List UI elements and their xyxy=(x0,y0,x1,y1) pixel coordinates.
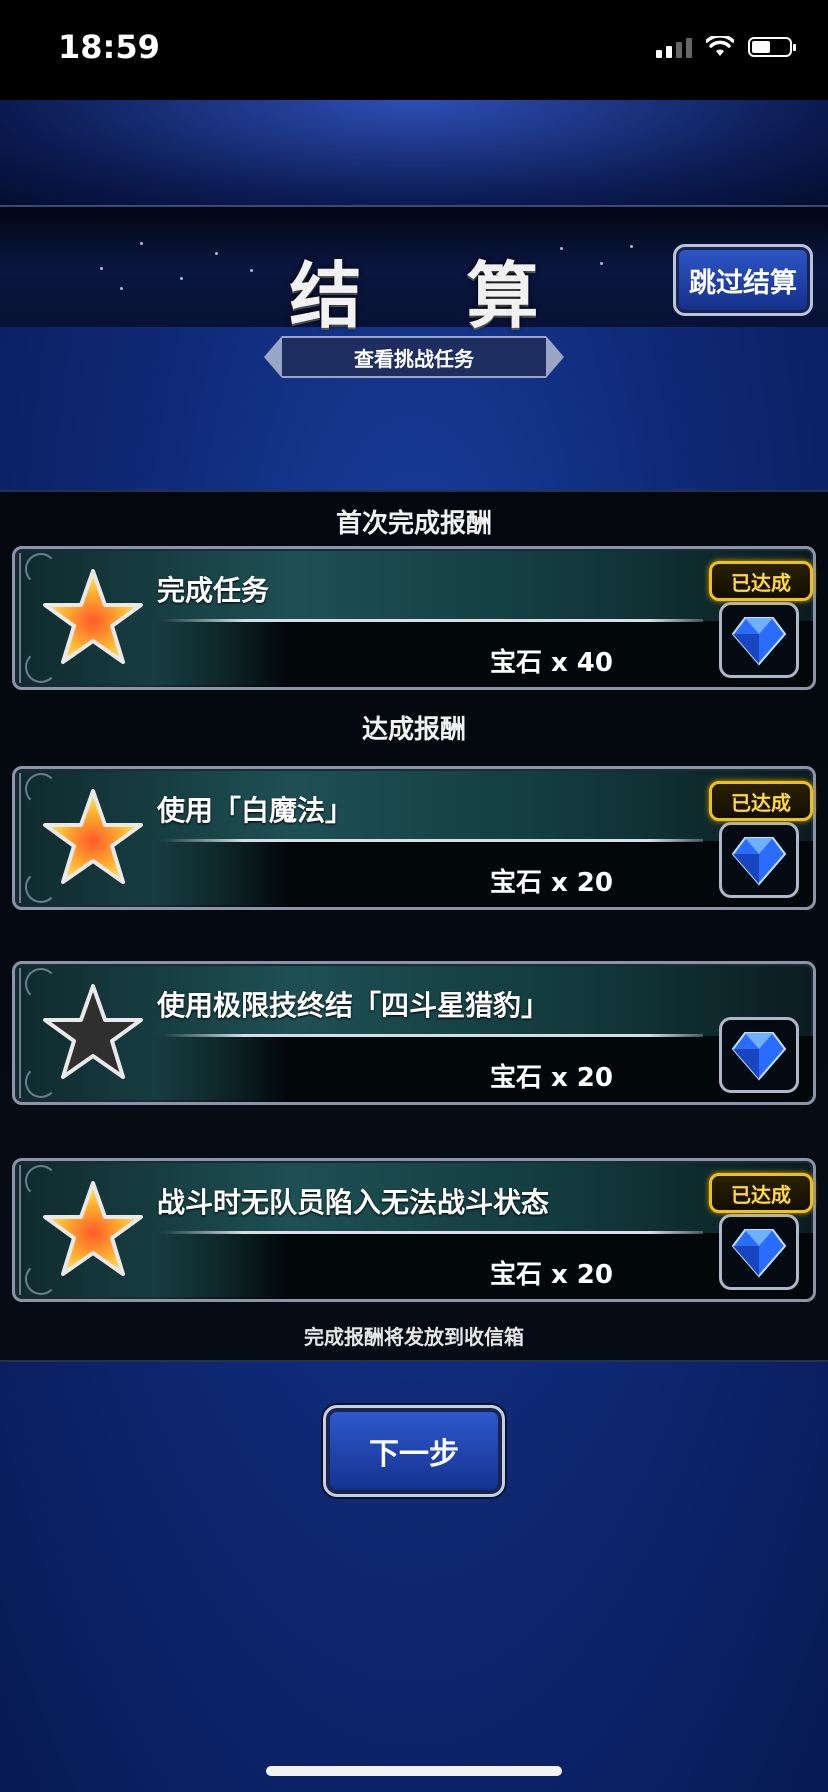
reward-gem-slot xyxy=(719,1214,799,1290)
reward-gem-slot xyxy=(719,602,799,678)
achieved-badge: 已达成 xyxy=(709,1173,813,1213)
status-icons xyxy=(656,36,796,58)
mission-card: 使用极限技终结「四斗星猎豹」 宝石 x 20 xyxy=(12,961,816,1105)
achieved-badge: 已达成 xyxy=(709,781,813,821)
mission-reward: 宝石 x 40 xyxy=(489,648,613,678)
view-challenge-tasks-tab[interactable]: 查看挑战任务 xyxy=(264,336,564,378)
gold-star-icon xyxy=(43,1181,143,1276)
skip-results-button[interactable]: 跳过结算 xyxy=(673,244,813,316)
blue-gem-icon xyxy=(731,1032,787,1081)
top-backdrop xyxy=(0,100,828,205)
status-bar: 18:59 xyxy=(0,0,828,100)
mission-card: 战斗时无队员陷入无法战斗状态 宝石 x 20 已达成 xyxy=(12,1158,816,1302)
divider-line xyxy=(163,1034,703,1037)
gray-star-icon xyxy=(43,984,143,1079)
reward-gem-slot xyxy=(719,1017,799,1093)
divider-line xyxy=(163,839,703,842)
mission-card: 使用「白魔法」 宝石 x 20 已达成 xyxy=(12,766,816,910)
divider-line xyxy=(163,1231,703,1234)
reward-mailbox-note: 完成报酬将发放到收信箱 xyxy=(304,1325,524,1349)
gold-star-icon xyxy=(43,569,143,664)
section-title-first-clear: 首次完成报酬 xyxy=(335,509,492,539)
mission-title: 完成任务 xyxy=(157,574,270,607)
wifi-icon xyxy=(706,36,734,56)
blue-gem-icon xyxy=(731,837,787,886)
divider-line xyxy=(163,619,703,622)
status-time: 18:59 xyxy=(58,28,160,66)
mission-title: 战斗时无队员陷入无法战斗状态 xyxy=(157,1186,550,1219)
blue-gem-icon xyxy=(731,1229,787,1278)
cellular-signal-icon xyxy=(656,36,692,58)
mission-title: 使用极限技终结「四斗星猎豹」 xyxy=(157,989,550,1022)
home-indicator[interactable] xyxy=(266,1766,562,1776)
mission-title: 使用「白魔法」 xyxy=(157,794,354,827)
gold-star-icon xyxy=(43,789,143,884)
section-title-achievement: 达成报酬 xyxy=(361,715,466,745)
mission-card: 完成任务 宝石 x 40 已达成 xyxy=(12,546,816,690)
battery-icon xyxy=(748,37,796,57)
reward-gem-slot xyxy=(719,822,799,898)
next-step-button[interactable]: 下一步 xyxy=(323,1405,505,1497)
achieved-badge: 已达成 xyxy=(709,561,813,601)
mission-reward: 宝石 x 20 xyxy=(489,868,613,898)
mission-reward: 宝石 x 20 xyxy=(489,1260,613,1290)
blue-gem-icon xyxy=(731,617,787,666)
mission-reward: 宝石 x 20 xyxy=(489,1063,613,1093)
